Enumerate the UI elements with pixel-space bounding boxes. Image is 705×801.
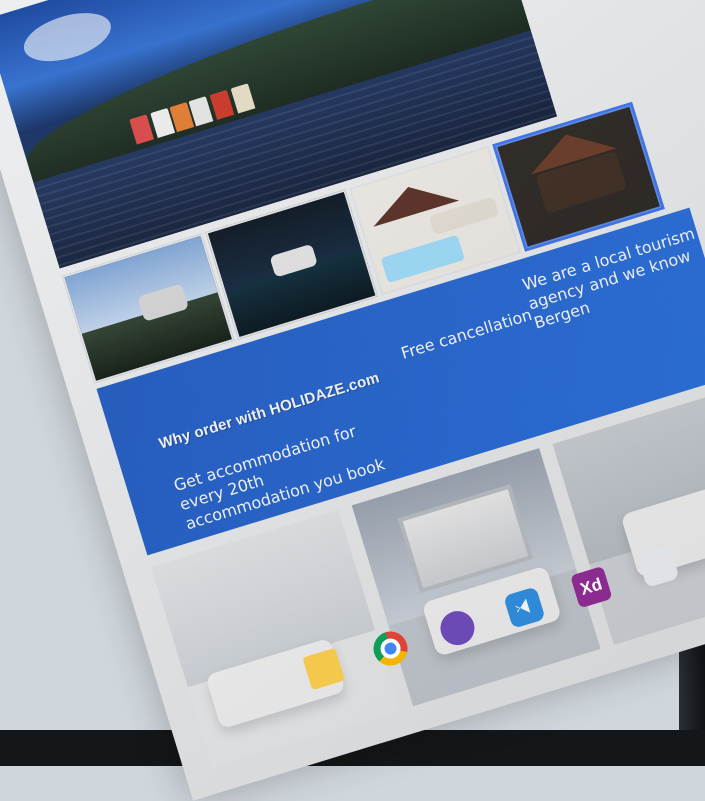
app-icon[interactable] xyxy=(637,545,680,588)
github-icon[interactable] xyxy=(436,606,479,650)
xd-label: Xd xyxy=(578,574,605,599)
folder-icon[interactable] xyxy=(302,647,345,691)
cloud xyxy=(189,0,256,3)
cloud xyxy=(18,3,117,71)
benefit-free-cancellation: Free cancellation xyxy=(398,304,535,363)
vscode-icon[interactable] xyxy=(503,586,546,629)
chrome-icon[interactable] xyxy=(369,627,412,670)
xd-icon[interactable]: Xd xyxy=(570,565,613,609)
